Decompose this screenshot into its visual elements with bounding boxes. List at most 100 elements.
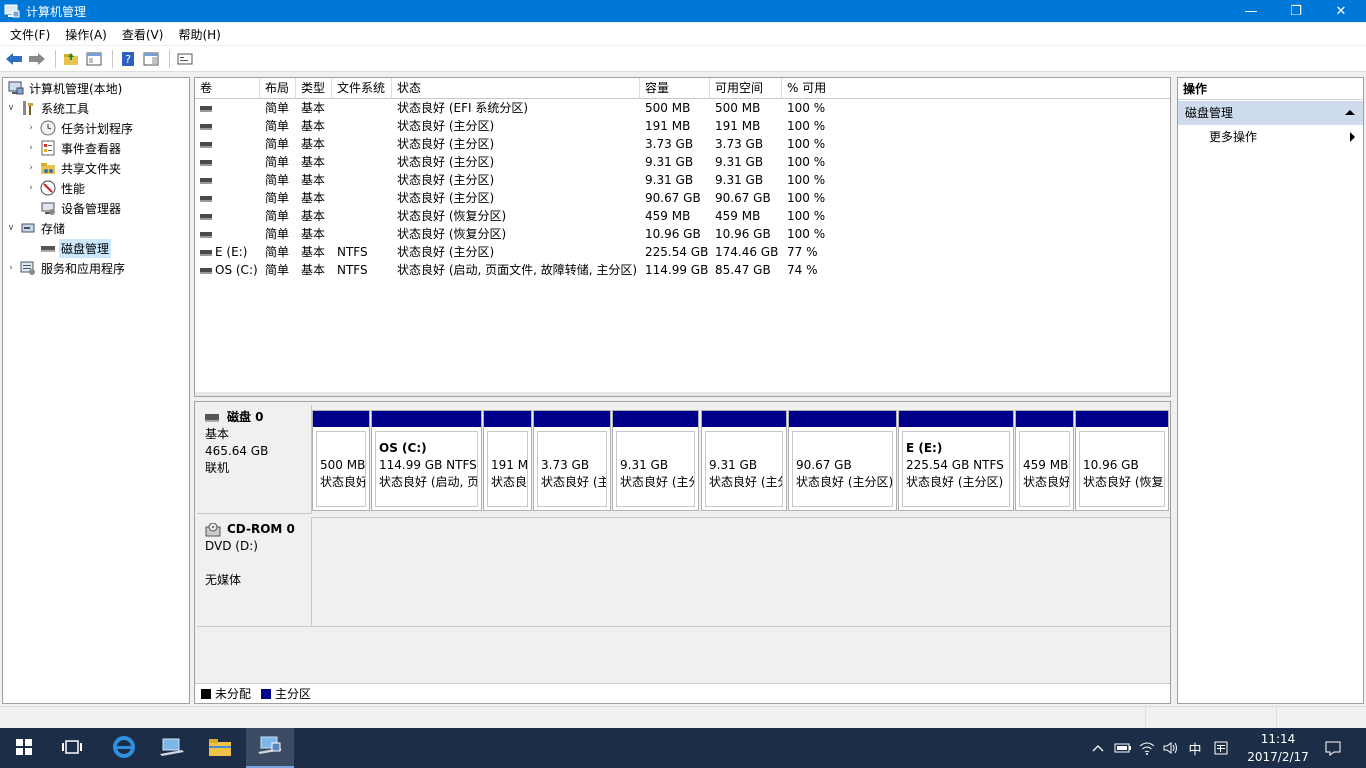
tree-item-system-tools[interactable]: ∨ 系统工具	[5, 98, 91, 118]
back-arrow-icon[interactable]	[4, 49, 24, 69]
computer-management-taskbar-button[interactable]	[246, 728, 294, 768]
ime-mode-icon[interactable]	[1210, 728, 1232, 768]
collapsed-chevron-icon[interactable]: ›	[25, 123, 37, 133]
partition-block[interactable]: 90.67 GB 状态良好 (主分区)	[788, 410, 897, 511]
device-manager-icon	[40, 200, 56, 216]
column-header-free-space[interactable]: 可用空间	[710, 78, 782, 99]
close-button[interactable]: ✕	[1318, 0, 1364, 22]
computer-app-button[interactable]	[148, 728, 196, 768]
up-folder-icon[interactable]	[61, 49, 81, 69]
tree-item-event-viewer[interactable]: › 事件查看器	[25, 138, 123, 158]
volume-row[interactable]: 简单 基本 状态良好 (主分区) 3.73 GB 3.73 GB 100 %	[195, 135, 1170, 153]
file-explorer-button[interactable]	[196, 728, 244, 768]
partition-block[interactable]: 500 MB 状态良好	[312, 410, 370, 511]
volume-row[interactable]: 简单 基本 状态良好 (主分区) 9.31 GB 9.31 GB 100 %	[195, 171, 1170, 189]
volume-cell-vol: OS (C:)	[195, 261, 260, 279]
tree-item-device-manager[interactable]: 设备管理器	[37, 198, 123, 218]
partition-block[interactable]: 9.31 GB 状态良好 (主分	[612, 410, 699, 511]
minimize-button[interactable]: —	[1228, 0, 1274, 22]
partition-block[interactable]: 3.73 GB 状态良好 (主	[533, 410, 611, 511]
show-tree-icon[interactable]	[84, 49, 104, 69]
collapsed-chevron-icon[interactable]: ›	[25, 163, 37, 173]
tree-item-performance[interactable]: › 性能	[25, 178, 87, 198]
column-header-percent-free[interactable]: % 可用	[782, 78, 1170, 99]
partition-type-bar	[1016, 411, 1073, 427]
partition-block[interactable]: E (E:) 225.54 GB NTFS 状态良好 (主分区)	[898, 410, 1014, 511]
volume-row[interactable]: 简单 基本 状态良好 (恢复分区) 10.96 GB 10.96 GB 100 %	[195, 225, 1170, 243]
computer-app-icon	[160, 737, 184, 760]
forward-arrow-icon[interactable]	[27, 49, 47, 69]
column-header-type[interactable]: 类型	[296, 78, 332, 99]
input-method-indicator[interactable]: 中	[1184, 728, 1206, 768]
volume-row[interactable]: 简单 基本 状态良好 (主分区) 90.67 GB 90.67 GB 100 %	[195, 189, 1170, 207]
menu-file[interactable]: 文件(F)	[5, 26, 55, 43]
partition-block[interactable]: 10.96 GB 状态良好 (恢复	[1075, 410, 1169, 511]
volume-cell-pct: 100 %	[787, 191, 826, 205]
cdrom-0-label[interactable]: CD-ROM 0 DVD (D:) 无媒体	[197, 517, 312, 627]
menu-view[interactable]: 查看(V)	[117, 26, 169, 43]
wifi-icon[interactable]	[1136, 728, 1158, 768]
cdrom-drive: DVD (D:)	[205, 539, 258, 553]
column-header-capacity[interactable]: 容量	[640, 78, 710, 99]
partition-block[interactable]: 191 M 状态良	[483, 410, 532, 511]
edge-button[interactable]	[100, 728, 148, 768]
menu-action[interactable]: 操作(A)	[60, 26, 112, 43]
help-icon[interactable]: ?	[118, 49, 138, 69]
partition-status: 状态良好	[1023, 475, 1070, 489]
maximize-button[interactable]: ❐	[1273, 0, 1319, 22]
notification-center-icon[interactable]	[1320, 728, 1346, 768]
task-view-button[interactable]	[48, 728, 96, 768]
show-action-pane-icon[interactable]	[141, 49, 161, 69]
tree-item-shared-folders[interactable]: › 共享文件夹	[25, 158, 123, 178]
tree-item-root[interactable]: 计算机管理(本地)	[5, 78, 124, 98]
tray-overflow-chevron-icon[interactable]	[1088, 728, 1108, 768]
partition-block[interactable]: 459 MB 状态良好	[1015, 410, 1074, 511]
partition-body: 90.67 GB 状态良好 (主分区)	[792, 431, 893, 507]
collapsed-chevron-icon[interactable]: ›	[25, 143, 37, 153]
partition-block[interactable]: OS (C:) 114.99 GB NTFS 状态良好 (启动, 页	[371, 410, 482, 511]
expanded-chevron-icon[interactable]: ∨	[5, 103, 17, 113]
volume-cell-type: 基本	[301, 245, 326, 259]
actions-section-disk-management[interactable]: 磁盘管理	[1178, 101, 1363, 125]
disk-icon	[205, 413, 219, 422]
volume-row[interactable]: 简单 基本 状态良好 (主分区) 191 MB 191 MB 100 %	[195, 117, 1170, 135]
volume-row[interactable]: 简单 基本 状态良好 (EFI 系统分区) 500 MB 500 MB 100 %	[195, 99, 1170, 117]
volume-row[interactable]: 简单 基本 状态良好 (主分区) 9.31 GB 9.31 GB 100 %	[195, 153, 1170, 171]
cdrom-area[interactable]	[312, 517, 1170, 627]
column-header-filesystem[interactable]: 文件系统	[332, 78, 392, 99]
tree-item-disk-management[interactable]: 磁盘管理	[25, 238, 112, 258]
volume-row[interactable]: E (E:) 简单 基本 NTFS 状态良好 (主分区) 225.54 GB 174.46 …	[195, 243, 1170, 261]
partition-type-bar	[899, 411, 1013, 427]
volume-cell-free: 90.67 GB	[715, 191, 771, 205]
collapsed-chevron-icon[interactable]: ›	[25, 183, 37, 193]
partition-status: 状态良	[491, 475, 528, 489]
volume-cell-status: 状态良好 (主分区)	[397, 245, 495, 259]
volume-cell-type: 基本	[301, 263, 326, 277]
horizontal-scrollbar[interactable]	[195, 392, 1170, 396]
more-actions-item[interactable]: 更多操作	[1178, 125, 1363, 149]
properties-icon[interactable]	[175, 49, 195, 69]
clock[interactable]: 11:14 2017/2/17	[1240, 730, 1316, 766]
collapse-triangle-icon[interactable]	[1345, 110, 1355, 115]
volume-row[interactable]: OS (C:) 简单 基本 NTFS 状态良好 (启动, 页面文件, 故障转储, 主分区…	[195, 261, 1170, 279]
column-header-volume[interactable]: 卷	[195, 78, 260, 99]
volume-cell-type: 基本	[301, 227, 326, 241]
power-plug-icon[interactable]	[1112, 728, 1134, 768]
menu-help[interactable]: 帮助(H)	[173, 26, 225, 43]
partition-block[interactable]: 9.31 GB 状态良好 (主分	[701, 410, 787, 511]
start-button[interactable]	[0, 728, 48, 768]
collapsed-chevron-icon[interactable]: ›	[5, 263, 17, 273]
volume-speaker-icon[interactable]	[1160, 728, 1182, 768]
expanded-chevron-icon[interactable]: ∨	[5, 223, 17, 233]
column-header-status[interactable]: 状态	[392, 78, 640, 99]
partition-type-bar	[1076, 411, 1168, 427]
disk-0-label[interactable]: 磁盘 0 基本 465.64 GB 联机	[197, 405, 312, 514]
tree-item-task-scheduler[interactable]: › 任务计划程序	[25, 118, 135, 138]
partition-size: 10.96 GB	[1083, 458, 1139, 472]
volume-cell-free: 3.73 GB	[715, 137, 764, 151]
tree-item-services-apps[interactable]: › 服务和应用程序	[5, 258, 127, 278]
volume-row[interactable]: 简单 基本 状态良好 (恢复分区) 459 MB 459 MB 100 %	[195, 207, 1170, 225]
column-header-layout[interactable]: 布局	[260, 78, 296, 99]
tree-item-storage[interactable]: ∨ 存储	[5, 218, 67, 238]
volume-cell-fs	[332, 171, 392, 189]
